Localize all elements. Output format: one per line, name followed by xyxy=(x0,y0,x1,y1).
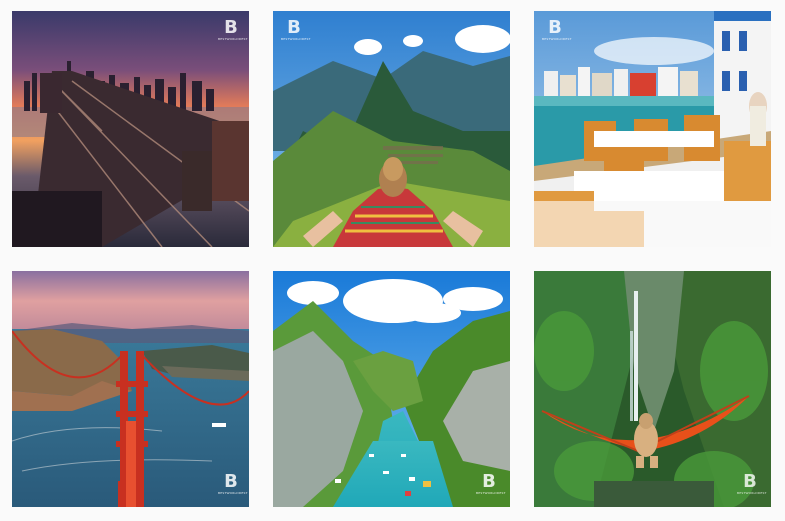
machu-picchu-photo xyxy=(273,11,510,247)
watermark-logo: B BESTWORLDDEST xyxy=(476,471,506,495)
watermark-logo: B BESTWORLDDEST xyxy=(542,17,572,41)
watermark-logo: B BESTWORLDDEST xyxy=(737,471,767,495)
post-tile-golden-gate[interactable]: B BESTWORLDDEST xyxy=(12,271,249,507)
verdon-gorge-photo xyxy=(273,271,510,507)
watermark-logo: B BESTWORLDDEST xyxy=(218,471,248,495)
waterfall-hammock-photo xyxy=(534,271,771,507)
post-tile-new-york[interactable]: B BESTWORLDDEST xyxy=(12,11,249,247)
post-tile-machu-picchu[interactable]: B BESTWORLDDEST xyxy=(273,11,510,247)
watermark-logo: B BESTWORLDDEST xyxy=(281,17,311,41)
post-tile-little-venice[interactable]: B BESTWORLDDEST xyxy=(534,11,771,247)
watermark-logo: B BESTWORLDDEST xyxy=(218,17,248,41)
little-venice-photo xyxy=(534,11,771,247)
golden-gate-photo xyxy=(12,271,249,507)
post-tile-waterfall-hammock[interactable]: B BESTWORLDDEST xyxy=(534,271,771,507)
post-tile-verdon-gorge[interactable]: B BESTWORLDDEST xyxy=(273,271,510,507)
new-york-photo xyxy=(12,11,249,247)
